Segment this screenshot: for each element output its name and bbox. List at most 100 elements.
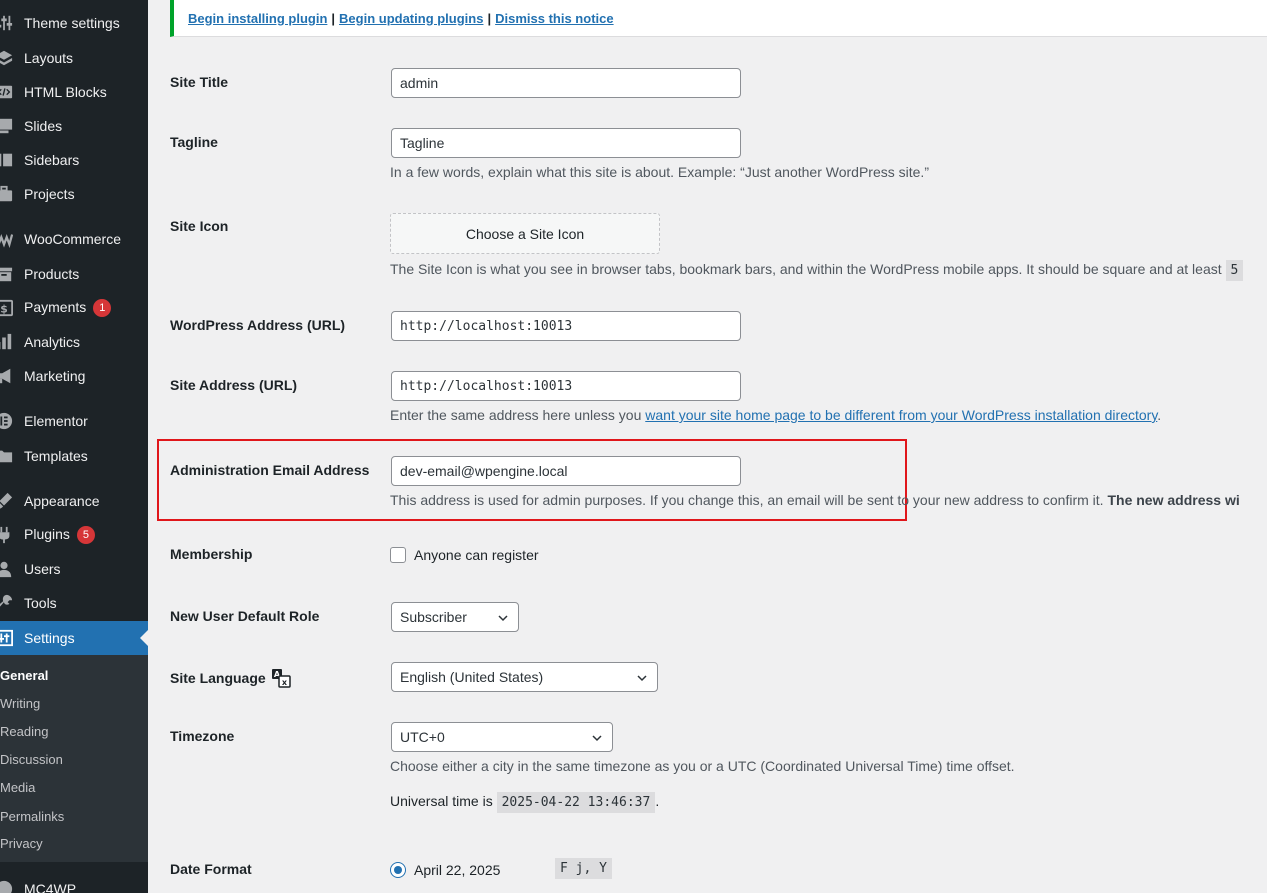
site-language-select[interactable]: English (United States): [391, 662, 658, 692]
menu-item-mc4wp[interactable]: MC4WP: [0, 872, 148, 893]
menu-item-payments[interactable]: $ Payments 1: [0, 291, 148, 325]
site-icon-label: Site Icon: [170, 218, 229, 234]
menu-item-sidebars[interactable]: Sidebars: [0, 143, 148, 177]
admin-email-input[interactable]: dev-email@wpengine.local: [391, 456, 741, 486]
menu-item-elementor[interactable]: Elementor: [0, 404, 148, 438]
dismiss-notice-link[interactable]: Dismiss this notice: [495, 11, 613, 26]
begin-installing-plugin-link[interactable]: Begin installing plugin: [188, 11, 327, 26]
site-title-input[interactable]: admin: [391, 68, 741, 98]
menu-item-marketing[interactable]: Marketing: [0, 359, 148, 393]
svg-text:x: x: [282, 678, 288, 687]
woocommerce-icon: [0, 229, 14, 249]
default-role-label: New User Default Role: [170, 608, 320, 624]
plug-icon: [0, 525, 14, 545]
menu-label: Slides: [24, 118, 63, 134]
paintbrush-icon: [0, 491, 14, 511]
submenu-discussion[interactable]: Discussion: [0, 752, 63, 767]
wordpress-address-label: WordPress Address (URL): [170, 317, 346, 333]
site-address-input[interactable]: http://localhost:10013: [391, 371, 741, 401]
universal-time: Universal time is 2025-04-22 13:46:37.: [390, 792, 659, 813]
site-address-description-end: .: [1157, 407, 1162, 423]
layers-icon: [0, 48, 14, 68]
default-role-select[interactable]: Subscriber: [391, 602, 519, 632]
tagline-label: Tagline: [170, 134, 218, 150]
menu-item-analytics[interactable]: Analytics: [0, 325, 148, 359]
date-format-code: F j, Y: [555, 858, 612, 879]
menu-label: Sidebars: [24, 152, 80, 168]
site-address-description: Enter the same address here unless you w…: [390, 407, 1161, 423]
menu-label: MC4WP: [24, 881, 77, 893]
menu-label: Users: [24, 561, 61, 577]
site-language-label-text: Site Language: [170, 670, 266, 686]
menu-item-projects[interactable]: Projects: [0, 177, 148, 211]
menu-label: Templates: [24, 448, 88, 464]
admin-email-description-strong: The new address wi: [1107, 492, 1240, 508]
wordpress-address-input[interactable]: http://localhost:10013: [391, 311, 741, 341]
site-home-different-link[interactable]: want your site home page to be different…: [645, 407, 1157, 423]
menu-item-templates[interactable]: Templates: [0, 439, 148, 473]
universal-time-value: 2025-04-22 13:46:37: [496, 792, 656, 813]
anyone-can-register-checkbox[interactable]: [390, 547, 406, 563]
slides-icon: [0, 116, 14, 136]
menu-label: Settings: [24, 630, 75, 646]
date-format-option-label[interactable]: April 22, 2025: [414, 862, 500, 878]
menu-item-users[interactable]: Users: [0, 552, 148, 586]
site-language-label: Site Language Ax: [170, 668, 291, 688]
anyone-can-register-label[interactable]: Anyone can register: [414, 547, 539, 563]
date-format-label: Date Format: [170, 861, 252, 877]
submenu-reading[interactable]: Reading: [0, 724, 48, 739]
menu-label: Appearance: [24, 493, 100, 509]
admin-email-description: This address is used for admin purposes.…: [390, 492, 1240, 508]
timezone-value: UTC+0: [400, 729, 445, 745]
admin-email-description-text: This address is used for admin purposes.…: [390, 492, 1104, 508]
sliders-icon: [0, 13, 14, 33]
submenu-media[interactable]: Media: [0, 780, 35, 795]
menu-label: Elementor: [24, 413, 88, 429]
notice-separator: |: [487, 10, 492, 26]
menu-label: Products: [24, 266, 80, 282]
date-format-radio[interactable]: [390, 862, 406, 878]
menu-item-appearance[interactable]: Appearance: [0, 484, 148, 518]
choose-site-icon-button[interactable]: Choose a Site Icon: [390, 213, 660, 254]
sidebar-icon: [0, 150, 14, 170]
chevron-down-icon: [637, 675, 647, 682]
menu-item-settings[interactable]: Settings: [0, 621, 148, 655]
menu-item-woocommerce[interactable]: WooCommerce: [0, 222, 148, 256]
site-language-value: English (United States): [400, 669, 544, 685]
timezone-description: Choose either a city in the same timezon…: [390, 758, 1015, 774]
timezone-select[interactable]: UTC+0: [391, 722, 613, 752]
wrench-icon: [0, 593, 14, 613]
menu-item-html-blocks[interactable]: HTML Blocks: [0, 75, 148, 109]
menu-item-theme-settings[interactable]: Theme settings: [0, 6, 148, 40]
menu-item-slides[interactable]: Slides: [0, 109, 148, 143]
bar-chart-icon: [0, 332, 14, 352]
menu-item-layouts[interactable]: Layouts: [0, 41, 148, 75]
folder-icon: [0, 446, 14, 466]
menu-item-tools[interactable]: Tools: [0, 586, 148, 620]
site-title-label: Site Title: [170, 74, 229, 90]
menu-item-plugins[interactable]: Plugins 5: [0, 518, 148, 552]
payments-count-badge: 1: [93, 299, 112, 317]
submenu-privacy[interactable]: Privacy: [0, 836, 43, 851]
admin-sidebar: Theme settings Layouts HTML Blocks Slide…: [0, 0, 148, 893]
menu-label: Plugins: [24, 526, 70, 542]
chevron-down-icon: [498, 615, 508, 622]
submenu-writing[interactable]: Writing: [0, 696, 40, 711]
chevron-down-icon: [592, 735, 602, 742]
menu-label: Layouts: [24, 50, 74, 66]
user-icon: [0, 559, 14, 579]
menu-item-products[interactable]: Products: [0, 257, 148, 291]
begin-updating-plugins-link[interactable]: Begin updating plugins: [339, 11, 483, 26]
menu-label: Payments: [24, 299, 87, 315]
briefcase-icon: [0, 184, 14, 204]
site-icon-size-code: 5: [1225, 260, 1244, 281]
timezone-label: Timezone: [170, 728, 235, 744]
plugin-notice: Begin installing plugin | Begin updating…: [170, 0, 1267, 37]
submenu-permalinks[interactable]: Permalinks: [0, 809, 64, 824]
plugins-count-badge: 5: [76, 526, 95, 544]
submenu-general[interactable]: General: [0, 668, 48, 683]
megaphone-icon: [0, 366, 14, 386]
menu-label: HTML Blocks: [24, 84, 107, 100]
dollar-icon: $: [0, 298, 14, 318]
tagline-input[interactable]: Tagline: [391, 128, 741, 158]
